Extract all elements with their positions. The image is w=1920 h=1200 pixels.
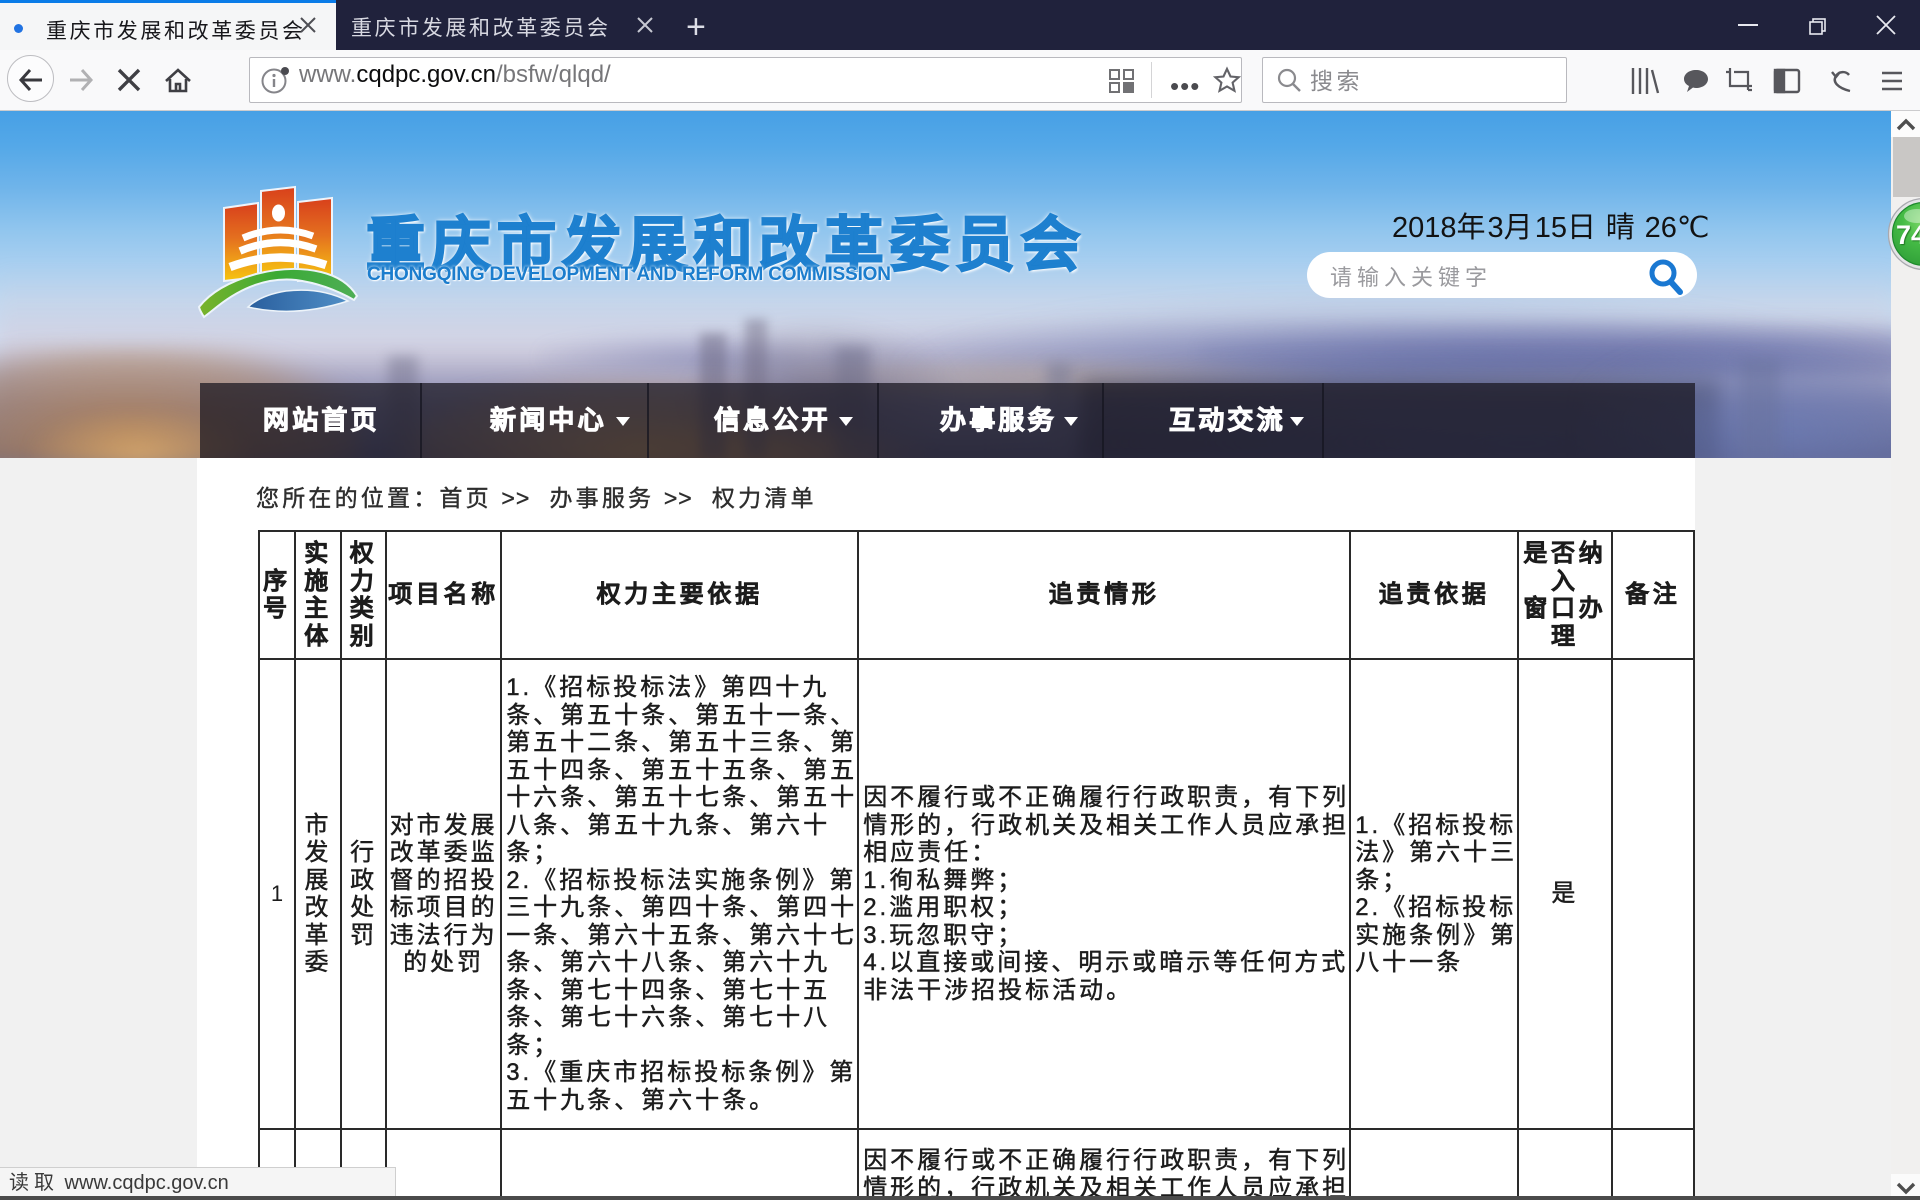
svg-text:74: 74 [1896,220,1920,250]
